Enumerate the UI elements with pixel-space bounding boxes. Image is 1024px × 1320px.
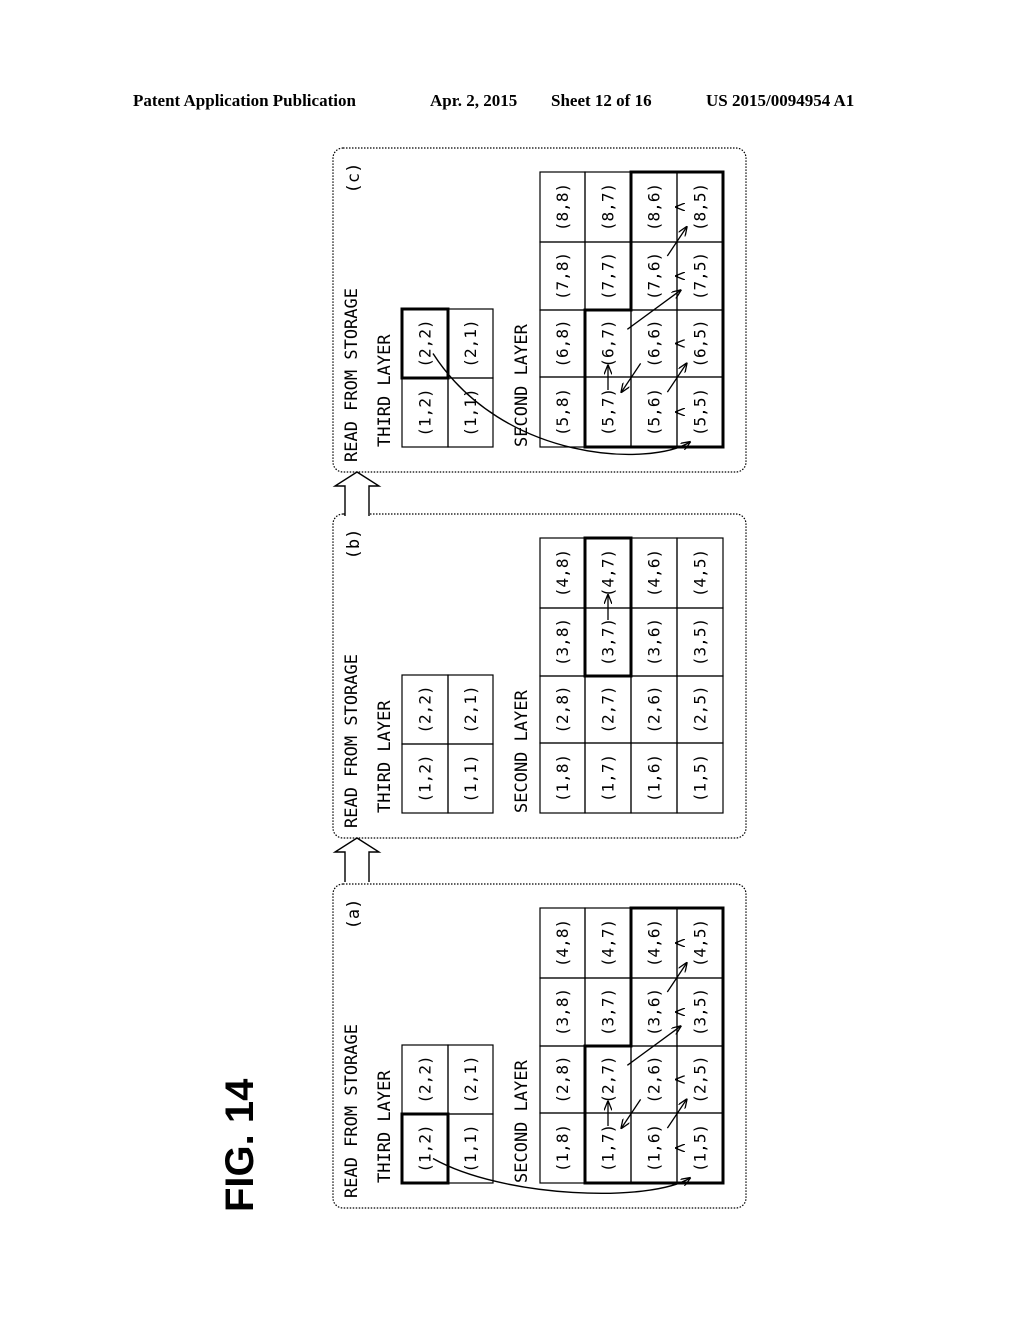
second-layer-cell-label: (8,6) (645, 183, 664, 231)
second-layer-cell-label: (2,5) (691, 685, 710, 733)
second-layer-cell-label: (1,8) (553, 1124, 572, 1172)
second-layer-cell-label: (8,7) (599, 183, 618, 231)
third-layer-cell-label: (1,1) (461, 1124, 480, 1172)
third-layer-label: THIRD LAYER (375, 700, 395, 813)
second-layer-cell-label: (1,5) (691, 1124, 710, 1172)
panel-tag: (a) (344, 899, 364, 930)
third-layer-cell-label: (1,2) (416, 388, 435, 436)
second-layer-cell-label: (1,6) (645, 754, 664, 802)
third-layer-cell-label: (1,1) (461, 388, 480, 436)
second-layer-cell-label: (5,8) (553, 388, 572, 436)
third-layer-label: THIRD LAYER (375, 1070, 395, 1183)
third-layer-cell-label: (2,2) (416, 319, 435, 367)
transition-arrow (332, 837, 382, 882)
third-layer-cell-label: (2,1) (461, 685, 480, 733)
second-layer-cell-label: (3,7) (599, 618, 618, 666)
third-layer-cell-label: (1,1) (461, 754, 480, 802)
third-layer-cell-label: (1,2) (416, 754, 435, 802)
second-layer-cell-label: (3,8) (553, 618, 572, 666)
panel-a: READ FROM STORAGE (a) THIRD LAYER SECOND LA… (332, 883, 747, 1209)
panel-title: READ FROM STORAGE (342, 1024, 362, 1198)
second-layer-label: SECOND LAYER (512, 323, 532, 447)
second-layer-cell-label: (6,8) (553, 319, 572, 367)
second-layer-cell-label: (8,8) (553, 183, 572, 231)
second-layer-cell-label: (4,7) (599, 919, 618, 967)
third-layer-cell-label: (2,1) (461, 319, 480, 367)
second-layer-cell-label: (6,6) (645, 319, 664, 367)
second-layer-cell-label: (3,6) (645, 988, 664, 1036)
third-layer-cell-label: (2,1) (461, 1055, 480, 1103)
second-layer-cell-label: (3,5) (691, 988, 710, 1036)
second-layer-label: SECOND LAYER (512, 1059, 532, 1183)
second-layer-cell-label: (4,7) (599, 549, 618, 597)
third-layer-cell-label: (2,2) (416, 1055, 435, 1103)
second-layer-cell-label: (2,6) (645, 685, 664, 733)
second-layer-cell-label: (2,8) (553, 1055, 572, 1103)
second-layer-cell-label: (4,6) (645, 919, 664, 967)
panel-c: READ FROM STORAGE (c) THIRD LAYER SECOND LA… (332, 147, 747, 473)
second-layer-cell-label: (1,8) (553, 754, 572, 802)
second-layer-cell-label: (3,8) (553, 988, 572, 1036)
second-layer-cell-label: (7,8) (553, 252, 572, 300)
second-layer-cell-label: (4,8) (553, 549, 572, 597)
second-layer-cell-label: (1,7) (599, 754, 618, 802)
second-layer-cell-label: (4,5) (691, 549, 710, 597)
second-layer-cell-label: (4,8) (553, 919, 572, 967)
third-layer-label: THIRD LAYER (375, 334, 395, 447)
second-layer-cell-label: (3,6) (645, 618, 664, 666)
panel-title: READ FROM STORAGE (342, 654, 362, 828)
second-layer-cell-label: (5,5) (691, 388, 710, 436)
second-layer-cell-label: (7,5) (691, 252, 710, 300)
second-layer-cell-label: (5,7) (599, 388, 618, 436)
second-layer-cell-label: (5,6) (645, 388, 664, 436)
panel-b: READ FROM STORAGE (b) THIRD LAYER SECOND LA… (332, 513, 747, 839)
second-layer-cell-label: (2,6) (645, 1055, 664, 1103)
second-layer-cell-label: (8,5) (691, 183, 710, 231)
second-layer-cell-label: (6,5) (691, 319, 710, 367)
second-layer-cell-label: (7,6) (645, 252, 664, 300)
second-layer-cell-label: (4,5) (691, 919, 710, 967)
second-layer-cell-label: (4,6) (645, 549, 664, 597)
second-layer-cell-label: (2,7) (599, 1055, 618, 1103)
panel-tag: (c) (344, 163, 364, 194)
transition-arrow (332, 471, 382, 516)
second-layer-cell-label: (2,7) (599, 685, 618, 733)
figure-14: FIG. 14 READ FROM STORAGE (a) THIRD LAYER S… (218, 147, 747, 1212)
panel-title: READ FROM STORAGE (342, 288, 362, 462)
second-layer-label: SECOND LAYER (512, 689, 532, 813)
second-layer-cell-label: (7,7) (599, 252, 618, 300)
second-layer-cell-label: (1,5) (691, 754, 710, 802)
second-layer-cell-label: (1,7) (599, 1124, 618, 1172)
third-layer-cell-label: (1,2) (416, 1124, 435, 1172)
second-layer-cell-label: (3,5) (691, 618, 710, 666)
second-layer-cell-label: (2,8) (553, 685, 572, 733)
second-layer-cell-label: (6,7) (599, 319, 618, 367)
second-layer-cell-label: (3,7) (599, 988, 618, 1036)
panel-tag: (b) (344, 529, 364, 560)
second-layer-cell-label: (1,6) (645, 1124, 664, 1172)
third-layer-cell-label: (2,2) (416, 685, 435, 733)
second-layer-cell-label: (2,5) (691, 1055, 710, 1103)
figure-label: FIG. 14 (218, 1078, 262, 1212)
